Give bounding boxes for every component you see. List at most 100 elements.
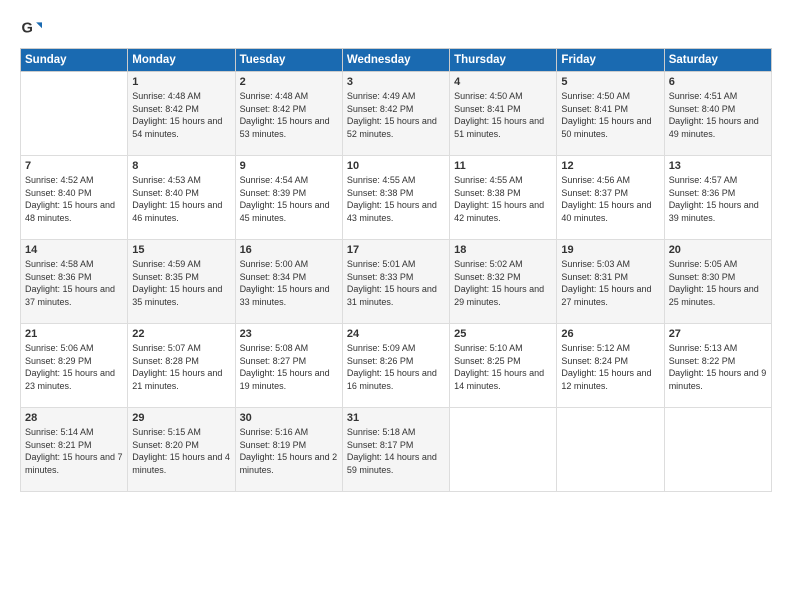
day-number: 9 xyxy=(240,160,338,172)
calendar-cell: 31 Sunrise: 5:18 AMSunset: 8:17 PMDaylig… xyxy=(342,408,449,492)
header: G xyxy=(20,18,772,40)
day-number: 27 xyxy=(669,328,767,340)
calendar-cell: 24 Sunrise: 5:09 AMSunset: 8:26 PMDaylig… xyxy=(342,324,449,408)
day-number: 12 xyxy=(561,160,659,172)
day-info: Sunrise: 5:02 AMSunset: 8:32 PMDaylight:… xyxy=(454,259,544,307)
calendar-cell xyxy=(21,72,128,156)
day-info: Sunrise: 4:52 AMSunset: 8:40 PMDaylight:… xyxy=(25,175,115,223)
day-number: 3 xyxy=(347,76,445,88)
calendar-cell: 11 Sunrise: 4:55 AMSunset: 8:38 PMDaylig… xyxy=(450,156,557,240)
calendar-cell: 7 Sunrise: 4:52 AMSunset: 8:40 PMDayligh… xyxy=(21,156,128,240)
day-info: Sunrise: 5:12 AMSunset: 8:24 PMDaylight:… xyxy=(561,343,651,391)
day-info: Sunrise: 5:00 AMSunset: 8:34 PMDaylight:… xyxy=(240,259,330,307)
calendar-table: SundayMondayTuesdayWednesdayThursdayFrid… xyxy=(20,48,772,492)
day-number: 11 xyxy=(454,160,552,172)
day-info: Sunrise: 5:18 AMSunset: 8:17 PMDaylight:… xyxy=(347,427,437,475)
calendar-cell: 25 Sunrise: 5:10 AMSunset: 8:25 PMDaylig… xyxy=(450,324,557,408)
calendar-cell: 17 Sunrise: 5:01 AMSunset: 8:33 PMDaylig… xyxy=(342,240,449,324)
calendar-cell xyxy=(664,408,771,492)
calendar-cell: 4 Sunrise: 4:50 AMSunset: 8:41 PMDayligh… xyxy=(450,72,557,156)
calendar-cell: 3 Sunrise: 4:49 AMSunset: 8:42 PMDayligh… xyxy=(342,72,449,156)
calendar-cell: 1 Sunrise: 4:48 AMSunset: 8:42 PMDayligh… xyxy=(128,72,235,156)
weekday-header-saturday: Saturday xyxy=(664,49,771,72)
calendar-cell: 14 Sunrise: 4:58 AMSunset: 8:36 PMDaylig… xyxy=(21,240,128,324)
day-info: Sunrise: 4:57 AMSunset: 8:36 PMDaylight:… xyxy=(669,175,759,223)
calendar-cell: 26 Sunrise: 5:12 AMSunset: 8:24 PMDaylig… xyxy=(557,324,664,408)
day-info: Sunrise: 4:50 AMSunset: 8:41 PMDaylight:… xyxy=(561,91,651,139)
day-number: 25 xyxy=(454,328,552,340)
weekday-header-thursday: Thursday xyxy=(450,49,557,72)
calendar-page: G SundayMondayTuesdayWednesdayThursdayFr… xyxy=(0,0,792,612)
day-number: 24 xyxy=(347,328,445,340)
day-info: Sunrise: 4:53 AMSunset: 8:40 PMDaylight:… xyxy=(132,175,222,223)
calendar-cell: 29 Sunrise: 5:15 AMSunset: 8:20 PMDaylig… xyxy=(128,408,235,492)
day-info: Sunrise: 4:48 AMSunset: 8:42 PMDaylight:… xyxy=(240,91,330,139)
calendar-cell: 16 Sunrise: 5:00 AMSunset: 8:34 PMDaylig… xyxy=(235,240,342,324)
day-info: Sunrise: 4:55 AMSunset: 8:38 PMDaylight:… xyxy=(454,175,544,223)
week-row-3: 21 Sunrise: 5:06 AMSunset: 8:29 PMDaylig… xyxy=(21,324,772,408)
day-info: Sunrise: 5:07 AMSunset: 8:28 PMDaylight:… xyxy=(132,343,222,391)
weekday-header-monday: Monday xyxy=(128,49,235,72)
day-number: 16 xyxy=(240,244,338,256)
day-info: Sunrise: 5:15 AMSunset: 8:20 PMDaylight:… xyxy=(132,427,230,475)
day-info: Sunrise: 5:14 AMSunset: 8:21 PMDaylight:… xyxy=(25,427,123,475)
calendar-cell: 22 Sunrise: 5:07 AMSunset: 8:28 PMDaylig… xyxy=(128,324,235,408)
day-number: 4 xyxy=(454,76,552,88)
weekday-header-tuesday: Tuesday xyxy=(235,49,342,72)
calendar-cell: 19 Sunrise: 5:03 AMSunset: 8:31 PMDaylig… xyxy=(557,240,664,324)
weekday-header-friday: Friday xyxy=(557,49,664,72)
svg-text:G: G xyxy=(21,21,32,37)
day-number: 6 xyxy=(669,76,767,88)
weekday-header-sunday: Sunday xyxy=(21,49,128,72)
day-number: 10 xyxy=(347,160,445,172)
calendar-cell: 8 Sunrise: 4:53 AMSunset: 8:40 PMDayligh… xyxy=(128,156,235,240)
day-number: 18 xyxy=(454,244,552,256)
day-number: 17 xyxy=(347,244,445,256)
calendar-cell xyxy=(450,408,557,492)
day-number: 31 xyxy=(347,412,445,424)
day-number: 1 xyxy=(132,76,230,88)
day-info: Sunrise: 5:13 AMSunset: 8:22 PMDaylight:… xyxy=(669,343,767,391)
day-number: 23 xyxy=(240,328,338,340)
day-info: Sunrise: 5:10 AMSunset: 8:25 PMDaylight:… xyxy=(454,343,544,391)
day-number: 26 xyxy=(561,328,659,340)
day-info: Sunrise: 5:06 AMSunset: 8:29 PMDaylight:… xyxy=(25,343,115,391)
calendar-cell: 13 Sunrise: 4:57 AMSunset: 8:36 PMDaylig… xyxy=(664,156,771,240)
calendar-cell xyxy=(557,408,664,492)
day-number: 7 xyxy=(25,160,123,172)
day-info: Sunrise: 4:55 AMSunset: 8:38 PMDaylight:… xyxy=(347,175,437,223)
day-number: 5 xyxy=(561,76,659,88)
day-number: 20 xyxy=(669,244,767,256)
day-number: 19 xyxy=(561,244,659,256)
calendar-cell: 30 Sunrise: 5:16 AMSunset: 8:19 PMDaylig… xyxy=(235,408,342,492)
day-info: Sunrise: 5:08 AMSunset: 8:27 PMDaylight:… xyxy=(240,343,330,391)
calendar-cell: 20 Sunrise: 5:05 AMSunset: 8:30 PMDaylig… xyxy=(664,240,771,324)
day-info: Sunrise: 4:59 AMSunset: 8:35 PMDaylight:… xyxy=(132,259,222,307)
calendar-cell: 21 Sunrise: 5:06 AMSunset: 8:29 PMDaylig… xyxy=(21,324,128,408)
calendar-cell: 18 Sunrise: 5:02 AMSunset: 8:32 PMDaylig… xyxy=(450,240,557,324)
week-row-1: 7 Sunrise: 4:52 AMSunset: 8:40 PMDayligh… xyxy=(21,156,772,240)
calendar-cell: 15 Sunrise: 4:59 AMSunset: 8:35 PMDaylig… xyxy=(128,240,235,324)
day-number: 14 xyxy=(25,244,123,256)
logo-icon: G xyxy=(20,18,42,40)
day-number: 28 xyxy=(25,412,123,424)
day-info: Sunrise: 4:49 AMSunset: 8:42 PMDaylight:… xyxy=(347,91,437,139)
calendar-cell: 28 Sunrise: 5:14 AMSunset: 8:21 PMDaylig… xyxy=(21,408,128,492)
calendar-cell: 12 Sunrise: 4:56 AMSunset: 8:37 PMDaylig… xyxy=(557,156,664,240)
calendar-cell: 9 Sunrise: 4:54 AMSunset: 8:39 PMDayligh… xyxy=(235,156,342,240)
day-number: 8 xyxy=(132,160,230,172)
day-info: Sunrise: 4:50 AMSunset: 8:41 PMDaylight:… xyxy=(454,91,544,139)
day-number: 15 xyxy=(132,244,230,256)
day-number: 29 xyxy=(132,412,230,424)
week-row-2: 14 Sunrise: 4:58 AMSunset: 8:36 PMDaylig… xyxy=(21,240,772,324)
day-info: Sunrise: 5:16 AMSunset: 8:19 PMDaylight:… xyxy=(240,427,338,475)
day-number: 2 xyxy=(240,76,338,88)
calendar-cell: 2 Sunrise: 4:48 AMSunset: 8:42 PMDayligh… xyxy=(235,72,342,156)
calendar-cell: 10 Sunrise: 4:55 AMSunset: 8:38 PMDaylig… xyxy=(342,156,449,240)
week-row-0: 1 Sunrise: 4:48 AMSunset: 8:42 PMDayligh… xyxy=(21,72,772,156)
day-info: Sunrise: 4:51 AMSunset: 8:40 PMDaylight:… xyxy=(669,91,759,139)
weekday-header-wednesday: Wednesday xyxy=(342,49,449,72)
day-number: 30 xyxy=(240,412,338,424)
day-info: Sunrise: 5:01 AMSunset: 8:33 PMDaylight:… xyxy=(347,259,437,307)
day-info: Sunrise: 4:56 AMSunset: 8:37 PMDaylight:… xyxy=(561,175,651,223)
